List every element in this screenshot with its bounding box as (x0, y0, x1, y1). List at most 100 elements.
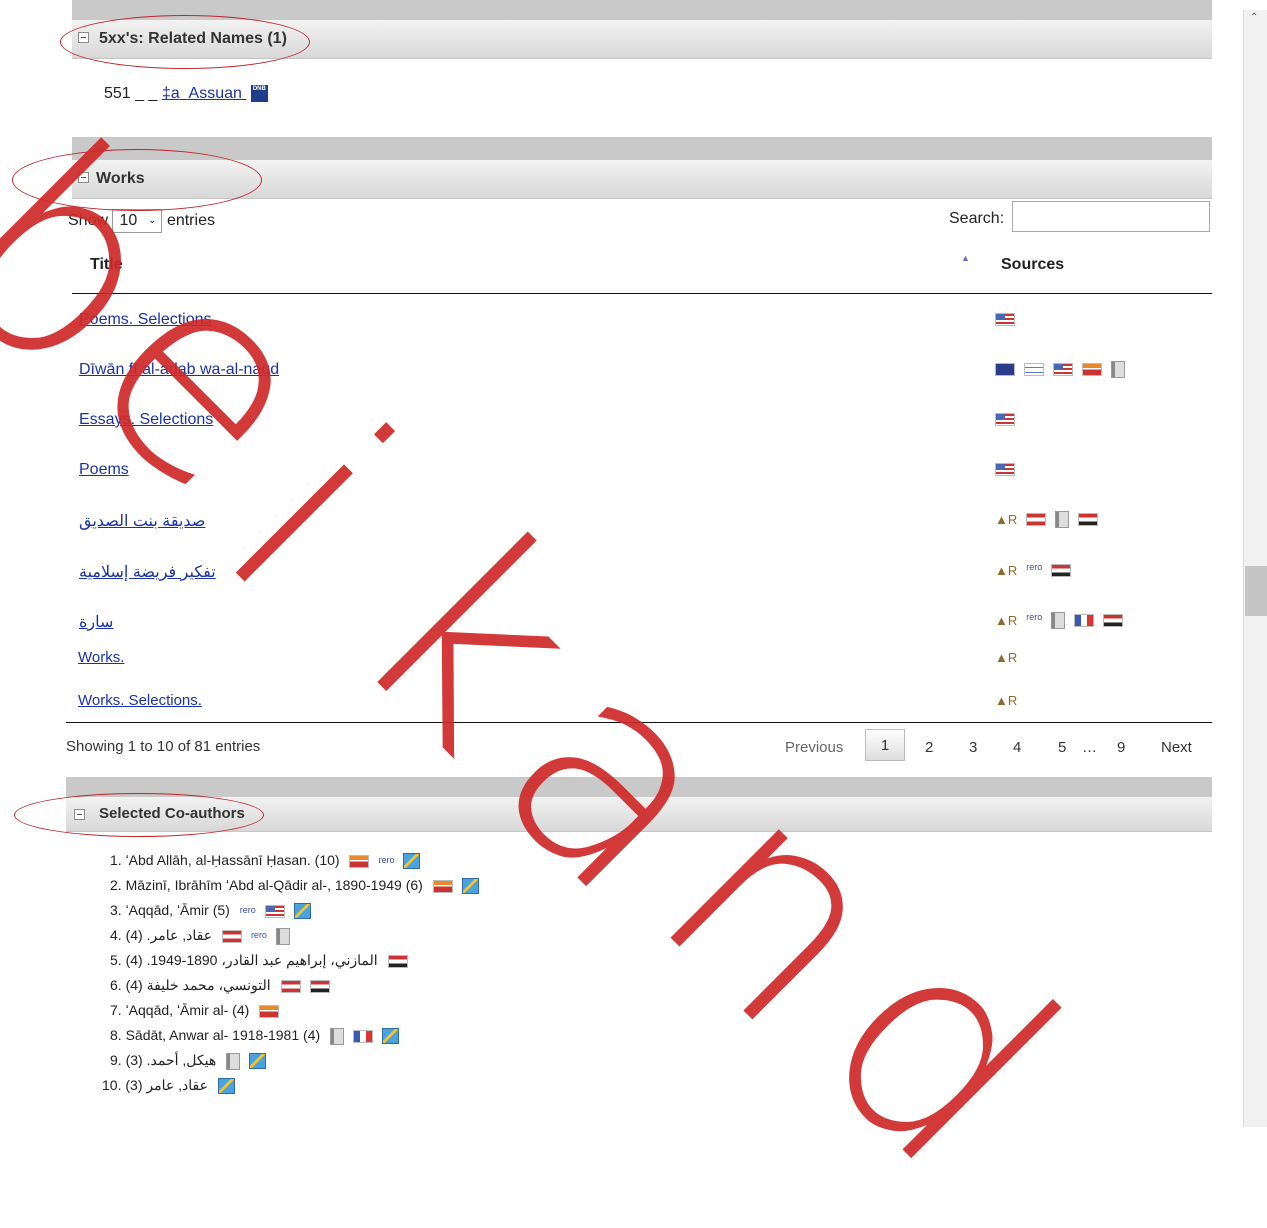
related-name-link[interactable]: ‡a Assuan (162, 85, 247, 102)
book-icon[interactable] (330, 1027, 345, 1045)
entries-select[interactable]: 10 ⌄ (112, 209, 163, 233)
eg-flag-icon[interactable] (1103, 614, 1124, 628)
scrollbar-thumb[interactable] (1245, 566, 1267, 616)
coauthor-link[interactable]: 3. ʻAqqād, ʻĀmir (5) (110, 902, 230, 918)
rero-icon[interactable]: rero (1026, 612, 1042, 622)
rero-icon[interactable]: rero (240, 898, 256, 923)
annotation-oval-coauthors (14, 793, 264, 837)
sa-flag-icon[interactable] (1082, 363, 1102, 377)
eg-flag-icon[interactable] (1051, 564, 1072, 578)
us-flag-icon[interactable] (264, 904, 285, 918)
work-title-link[interactable]: Poems (79, 461, 129, 479)
xr-icon[interactable]: ▲R (995, 563, 1017, 578)
previous-button[interactable]: Previous (785, 739, 843, 756)
works-panel-continued: Works. ▲R Works. Selections. ▲R Showing … (66, 640, 1212, 777)
wkp-icon[interactable] (461, 878, 479, 895)
sources-cell: ▲R rero (995, 562, 1080, 580)
work-title-link[interactable]: صديقة بنت الصديق (79, 511, 205, 531)
list-item: 3. ʻAqqād, ʻĀmir (5) rero (110, 898, 488, 923)
sa-flag-icon[interactable] (349, 854, 370, 868)
fr-flag-icon[interactable] (1074, 614, 1095, 628)
book-icon[interactable] (1055, 511, 1070, 529)
book-icon[interactable] (1111, 361, 1125, 379)
coauthor-link[interactable]: 4. عقاد, عامر. (4) (110, 927, 212, 943)
work-title-link[interactable]: Dīwān fī al-adab wa-al-naqd (79, 361, 279, 379)
rero-icon[interactable]: rero (1026, 562, 1042, 572)
list-item: 8. Sādāt, Anwar al- 1918-1981 (4) (110, 1023, 488, 1048)
eg-flag-icon[interactable] (1078, 513, 1099, 527)
xr-icon[interactable]: ▲R (995, 512, 1017, 527)
il-flag-icon[interactable] (1024, 363, 1044, 377)
page-1-button[interactable]: 1 (865, 729, 905, 761)
list-item: 5. المازني، إبراهيم عبد القادر، 1890-194… (110, 948, 488, 973)
page-2-button[interactable]: 2 (925, 739, 933, 756)
list-item: 6. التونسي، محمد خليفة (4) (110, 973, 488, 998)
annotation-oval-related-names (60, 15, 310, 69)
work-title-link[interactable]: Poems. Selections (79, 311, 212, 329)
search-input[interactable] (1012, 201, 1210, 232)
col-sources-header: Sources (1001, 256, 1065, 273)
page-4-button[interactable]: 4 (1013, 739, 1021, 756)
list-item: 1. ʻAbd Allāh, al-Ḥassānī Ḥasan. (10) re… (110, 848, 488, 873)
list-item: 2. Māzinī, Ibrāhīm ʻAbd al-Qādir al-, 18… (110, 873, 488, 898)
list-item: 7. ʻAqqād, ʻĀmir al- (4) (110, 998, 488, 1023)
dnb-icon[interactable]: DNB (250, 85, 268, 102)
coauthor-link[interactable]: 10. عقاد, عامر (3) (102, 1077, 208, 1093)
rero-icon[interactable]: rero (378, 848, 394, 873)
sa-flag-icon[interactable] (259, 1004, 280, 1018)
sa-flag-icon[interactable] (432, 879, 453, 893)
work-title-link[interactable]: Essays. Selections (79, 411, 213, 429)
us-flag-icon[interactable] (995, 463, 1015, 477)
us-flag-icon[interactable] (1053, 363, 1073, 377)
list-item: 9. هيكل, أحمد. (3) (110, 1048, 488, 1073)
pagination: Previous 1 2 3 4 5 … 9 Next (66, 640, 1212, 777)
scroll-up-arrow-icon[interactable]: ⌃ (1250, 12, 1258, 23)
us-flag-icon[interactable] (995, 413, 1015, 427)
length-control: Show 10 ⌄ entries (68, 209, 215, 233)
coauthor-link[interactable]: 9. هيكل, أحمد. (3) (110, 1052, 216, 1068)
au-flag-icon[interactable] (995, 363, 1015, 377)
us-flag-icon[interactable] (995, 313, 1015, 327)
book-icon[interactable] (275, 927, 290, 945)
coauthor-link[interactable]: 5. المازني، إبراهيم عبد القادر، 1890-194… (110, 952, 378, 968)
coauthor-link[interactable]: 6. التونسي، محمد خليفة (4) (110, 977, 271, 993)
col-title-header[interactable]: Title (90, 256, 123, 274)
coauthor-link[interactable]: 2. Māzinī, Ibrāhīm ʻAbd al-Qādir al-, 18… (110, 877, 423, 893)
coauthor-link[interactable]: 1. ʻAbd Allāh, al-Ḥassānī Ḥasan. (10) (110, 852, 340, 868)
work-title-link[interactable]: سارة (79, 612, 113, 632)
wkp-icon[interactable] (293, 903, 311, 920)
rero-icon[interactable]: rero (251, 923, 267, 948)
sources-cell (995, 311, 1024, 329)
table-header-rule (72, 293, 1212, 294)
eg-flag-icon[interactable] (309, 979, 330, 993)
fr-flag-icon[interactable] (353, 1029, 374, 1043)
eg-flag-icon[interactable] (387, 954, 408, 968)
wkp-icon[interactable] (249, 1053, 267, 1070)
wkp-icon[interactable] (403, 853, 421, 870)
page-scrollbar[interactable]: ⌃ (1222, 0, 1267, 1127)
list-item: 4. عقاد, عامر. (4) rero (110, 923, 488, 948)
coauthor-link[interactable]: 8. Sādāt, Anwar al- 1918-1981 (4) (110, 1027, 320, 1043)
page-9-button[interactable]: 9 (1117, 739, 1125, 756)
next-button[interactable]: Next (1161, 739, 1192, 756)
lb-flag-icon[interactable] (1026, 513, 1047, 527)
page-5-button[interactable]: 5 (1058, 739, 1066, 756)
wkp-icon[interactable] (217, 1078, 235, 1095)
show-label: Show (68, 212, 109, 230)
work-title-link[interactable]: تفكير فريضة إسلامية (79, 562, 216, 582)
marc-tag: 551 _ _ (104, 85, 158, 102)
book-icon[interactable] (226, 1052, 241, 1070)
sort-asc-icon[interactable]: ▲ (961, 253, 970, 263)
xr-icon[interactable]: ▲R (995, 613, 1017, 628)
related-name-entry: 551 _ _ ‡a Assuan DNB (104, 85, 268, 103)
lb-flag-icon[interactable] (280, 979, 301, 993)
sources-cell (995, 461, 1024, 479)
lb-flag-icon[interactable] (221, 929, 242, 943)
scrollbar-track[interactable]: ⌃ (1243, 10, 1267, 1127)
page-3-button[interactable]: 3 (969, 739, 977, 756)
entries-label: entries (166, 212, 215, 230)
coauthor-link[interactable]: 7. ʻAqqād, ʻĀmir al- (4) (110, 1002, 249, 1018)
sources-cell (995, 361, 1134, 379)
book-icon[interactable] (1051, 612, 1066, 630)
wkp-icon[interactable] (382, 1028, 400, 1045)
